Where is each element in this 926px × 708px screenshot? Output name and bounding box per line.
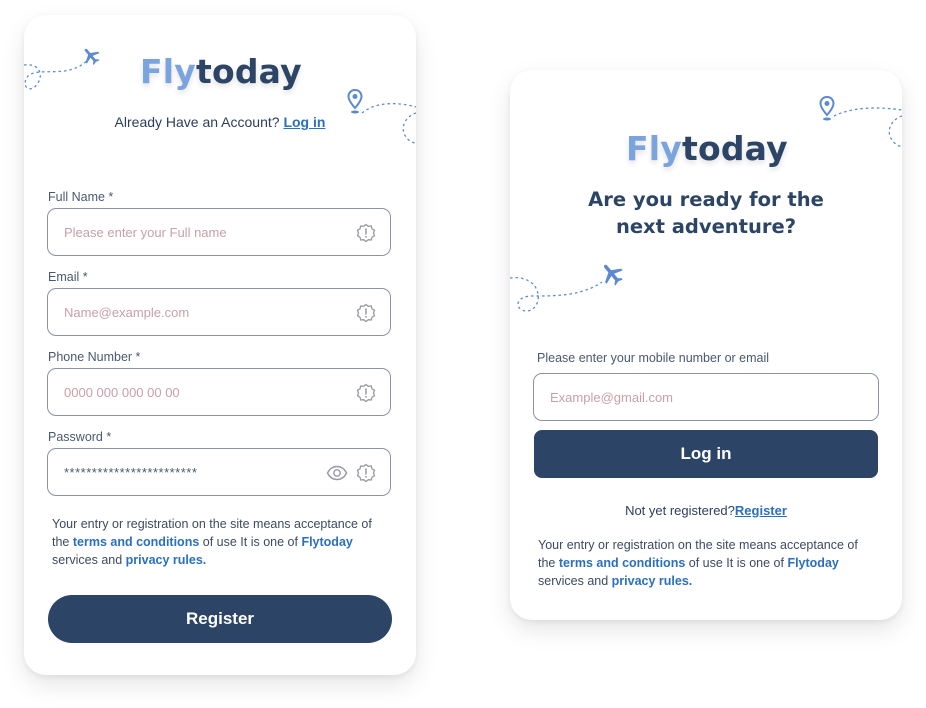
register-link[interactable]: Register — [735, 503, 787, 518]
phone-input[interactable] — [64, 369, 334, 415]
already-account-text: Already Have an Account? — [114, 114, 280, 130]
logo-part-today: today — [681, 129, 788, 168]
full-name-field — [47, 208, 391, 256]
mobile-email-field — [533, 373, 879, 421]
login-button[interactable]: Log in — [534, 430, 878, 478]
terms-text: Your entry or registration on the site m… — [538, 536, 878, 590]
alert-badge-icon — [356, 383, 376, 403]
headline-line-1: Are you ready for the — [588, 188, 824, 211]
already-account-line: Already Have an Account? Log in — [24, 114, 416, 130]
airplane-icon — [603, 264, 623, 286]
terms-brand: Flytoday — [787, 556, 839, 570]
terms-services: services and — [52, 553, 123, 567]
mobile-email-label: Please enter your mobile number or email — [537, 351, 770, 365]
adventure-headline: Are you ready for the next adventure? — [510, 186, 902, 240]
phone-field — [47, 368, 391, 416]
email-field — [47, 288, 391, 336]
alert-badge-icon — [356, 303, 376, 323]
phone-label: Phone Number * — [48, 350, 141, 364]
terms-brand: Flytoday — [301, 535, 353, 549]
terms-text: Your entry or registration on the site m… — [52, 515, 392, 569]
not-registered-text: Not yet registered? — [625, 503, 735, 518]
register-card: Flytoday Already Have an Account? Log in… — [24, 15, 416, 675]
logo-part-fly: Fly — [626, 129, 682, 168]
not-registered-line: Not yet registered?Register — [510, 503, 902, 518]
headline-line-2: next adventure? — [615, 215, 797, 238]
terms-services: services and — [538, 574, 609, 588]
terms-link[interactable]: terms and conditions — [73, 535, 199, 549]
alert-badge-icon — [356, 463, 376, 483]
terms-middle: of use It is one of — [688, 556, 784, 570]
terms-middle: of use It is one of — [202, 535, 298, 549]
password-label: Password * — [48, 430, 112, 444]
privacy-link[interactable]: privacy rules. — [126, 553, 207, 567]
flytoday-logo: Flytoday — [140, 55, 302, 88]
eye-icon[interactable] — [326, 463, 348, 483]
terms-link[interactable]: terms and conditions — [559, 556, 685, 570]
login-link[interactable]: Log in — [283, 114, 325, 130]
logo-part-fly: Fly — [140, 52, 196, 91]
full-name-input[interactable] — [64, 209, 334, 255]
alert-badge-icon — [356, 223, 376, 243]
email-input[interactable] — [64, 289, 334, 335]
logo-part-today: today — [195, 52, 302, 91]
privacy-link[interactable]: privacy rules. — [612, 574, 693, 588]
full-name-label: Full Name * — [48, 190, 114, 204]
password-input[interactable] — [64, 449, 334, 495]
pin-trail-decoration — [833, 107, 902, 147]
airplane-icon — [84, 48, 100, 66]
flytoday-logo: Flytoday — [626, 132, 788, 165]
password-field — [47, 448, 391, 496]
register-button[interactable]: Register — [48, 595, 392, 643]
login-card: Flytoday Are you ready for the next adve… — [510, 70, 902, 620]
email-label: Email * — [48, 270, 88, 284]
mobile-email-input[interactable] — [550, 374, 820, 420]
